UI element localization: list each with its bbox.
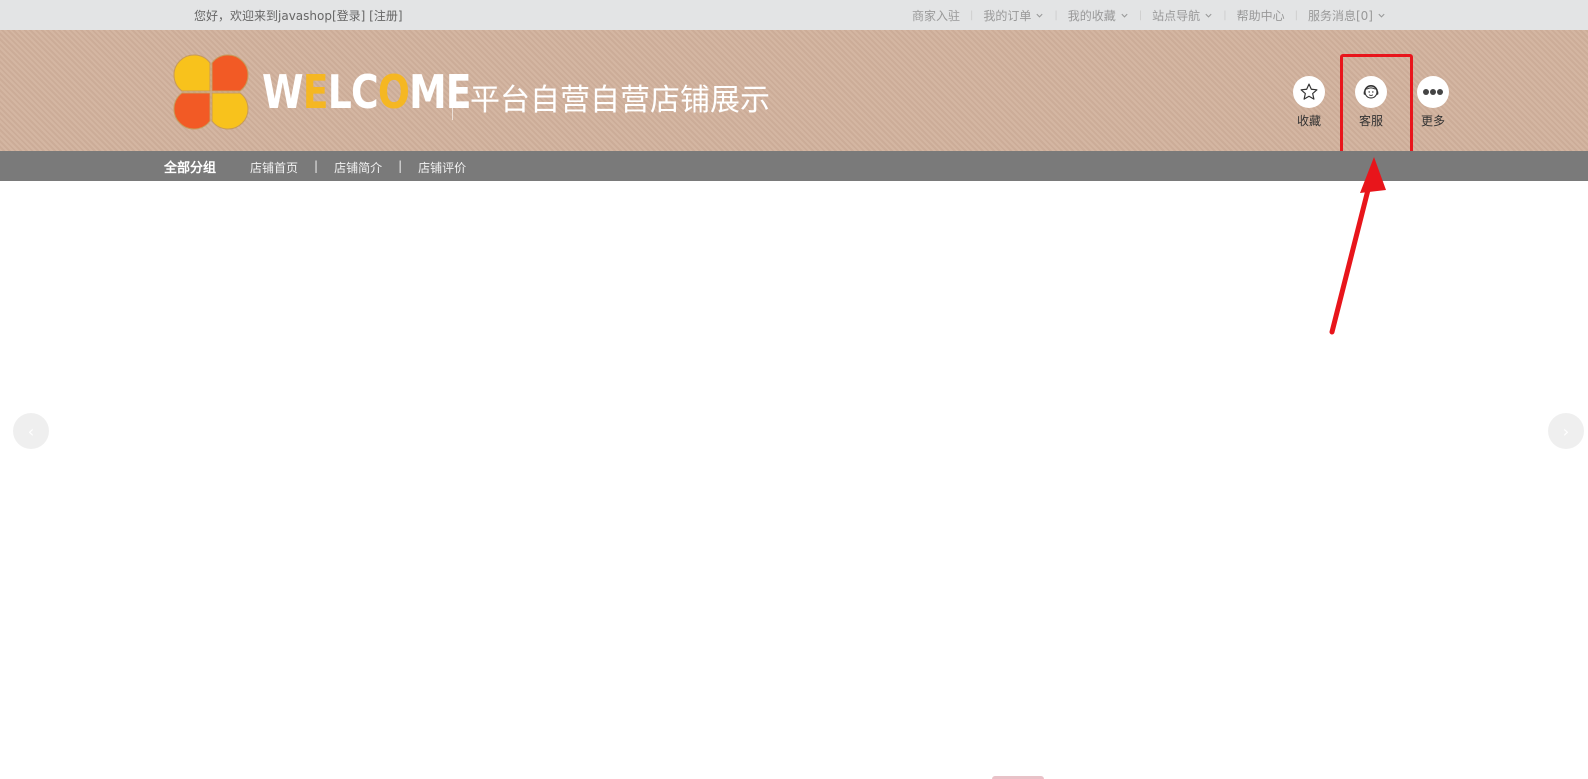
all-groups-menu[interactable]: 全部分组 [164,157,216,176]
nav-separator: | [970,10,974,21]
store-intro-link[interactable]: 店铺简介 [334,159,382,176]
nav-my-orders-label: 我的订单 [983,9,1032,23]
nav-my-favorites-label: 我的收藏 [1067,9,1116,23]
register-link[interactable]: [注册] [369,9,402,23]
store-home-link[interactable]: 店铺首页 [250,159,298,176]
welcome-letter: W [262,65,304,119]
nav-help-center-label: 帮助中心 [1236,9,1285,23]
customer-service-icon-circle [1355,76,1387,108]
star-icon [1300,83,1318,100]
chevron-down-icon [1205,13,1212,18]
welcome-letter: O [377,65,410,119]
category-bar: 全部分组 店铺首页 | 店铺简介 | 店铺评价 [0,151,1588,181]
nav-separator: | [1138,10,1143,21]
welcome-letter: LC [327,65,379,119]
greeting: 您好，欢迎来到javashop[登录] [注册] [194,7,403,24]
nav-help-center[interactable]: 帮助中心 [1237,7,1285,24]
more-icon-circle [1417,76,1449,108]
nav-site-nav[interactable]: 站点导航 [1152,7,1213,24]
login-link[interactable]: [登录] [332,9,365,23]
customer-service-label: 客服 [1358,114,1383,128]
slider-prev-button[interactable]: ‹ [13,413,49,449]
chevron-down-icon [1378,13,1385,18]
header-divider [452,76,453,120]
link-separator: | [398,159,403,173]
headset-agent-icon [1363,85,1379,99]
more-label: 更多 [1420,114,1445,128]
slider-next-button[interactable]: › [1548,413,1584,449]
nav-separator: | [1294,10,1298,21]
nav-service-messages-label: 服务消息[0] [1307,9,1373,23]
top-bar: 您好，欢迎来到javashop[登录] [注册] 商家入驻 | 我的订单 | 我… [0,0,1588,30]
nav-my-favorites[interactable]: 我的收藏 [1068,7,1129,24]
nav-merchant-join[interactable]: 商家入驻 [912,7,960,24]
store-reviews-link[interactable]: 店铺评价 [418,159,466,176]
top-nav: 商家入驻 | 我的订单 | 我的收藏 | 站点导航 | 帮助中心 | 服务消息[… [912,7,1386,24]
nav-site-nav-label: 站点导航 [1152,9,1201,23]
nav-my-orders[interactable]: 我的订单 [983,7,1044,24]
welcome-logo-text: WELCOME [262,65,472,119]
chevron-right-icon: › [1562,421,1570,441]
store-header: WELCOME 平台自营自营店铺展示 收藏 客服 更多 [0,30,1588,151]
store-name: 平台自营自营店铺展示 [470,83,770,118]
nav-separator: | [1054,10,1058,21]
more-dots-icon [1423,89,1443,95]
favorite-icon-circle [1293,76,1325,108]
welcome-letter: E [302,65,329,119]
chevron-down-icon [1121,13,1128,18]
nav-service-messages[interactable]: 服务消息[0] [1308,7,1386,24]
more-button[interactable]: 更多 [1410,76,1456,129]
chevron-down-icon [1036,13,1043,18]
nav-separator: | [1223,10,1227,21]
favorite-store-button[interactable]: 收藏 [1286,76,1332,129]
chevron-left-icon: ‹ [27,421,35,441]
nav-merchant-join-label: 商家入驻 [912,9,961,23]
greeting-text: 您好，欢迎来到javashop [194,9,332,23]
customer-service-button[interactable]: 客服 [1348,76,1394,129]
link-separator: | [314,159,319,173]
store-links: 店铺首页 | 店铺简介 | 店铺评价 [250,159,466,176]
clover-logo-icon[interactable] [170,51,252,133]
welcome-letter: ME [409,65,471,119]
favorite-label: 收藏 [1296,114,1321,128]
